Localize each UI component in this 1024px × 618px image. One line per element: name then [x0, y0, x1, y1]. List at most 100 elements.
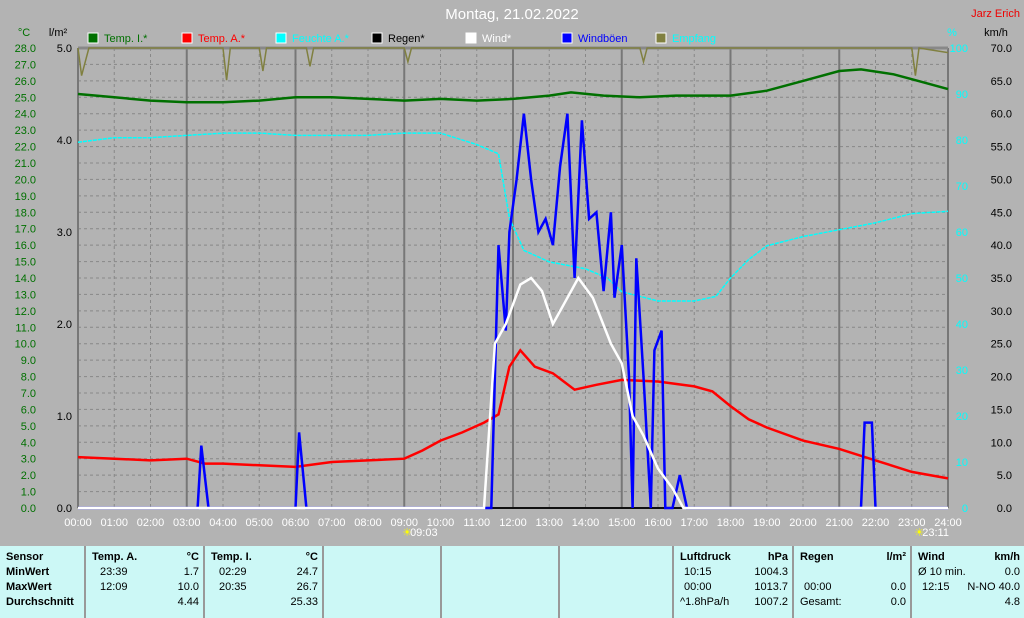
humidity-tick-label: 0 — [962, 503, 968, 515]
empty-col-1 — [324, 546, 442, 618]
temp-tick-label: 3.0 — [21, 454, 36, 466]
rain-tick-label: 2.0 — [57, 319, 72, 331]
temp-tick-label: 7.0 — [21, 388, 36, 400]
humidity-tick-label: 60 — [956, 227, 968, 239]
temp-i-max: 26.7 — [296, 581, 318, 593]
temp-tick-label: 27.0 — [15, 59, 36, 71]
temp-tick-label: 15.0 — [15, 257, 36, 269]
label-avg: Durchschnitt — [6, 596, 74, 608]
legend-label: Temp. I.* — [104, 33, 148, 45]
humidity-tick-label: 90 — [956, 89, 968, 101]
temp-i-avg: 25.33 — [290, 596, 318, 608]
pressure-max: 1013.7 — [754, 581, 788, 593]
rain-tick-label: 1.0 — [57, 411, 72, 423]
legend-swatch — [181, 32, 193, 44]
label-min: MinWert — [6, 566, 50, 578]
legend-swatch — [561, 32, 573, 44]
pressure-col: Luftdruck hPa 10:15 1004.3 00:00 1013.7 ^1.… — [674, 546, 794, 618]
x-tick-label: 15:00 — [608, 517, 636, 529]
wind-tick-label: 50.0 — [991, 174, 1012, 186]
temp-i-unit: °C — [305, 551, 318, 563]
legend-swatch — [655, 32, 667, 44]
temp-tick-label: 9.0 — [21, 355, 36, 367]
x-tick-label: 19:00 — [753, 517, 781, 529]
temp-tick-label: 10.0 — [15, 339, 36, 351]
temp-a-col: Temp. A. °C 23:39 1.7 12:09 10.0 4.44 — [86, 546, 205, 618]
x-tick-label: 04:00 — [209, 517, 237, 529]
x-tick-label: 07:00 — [318, 517, 346, 529]
wind-unit: km/h — [994, 551, 1020, 563]
temp-axis-unit: °C — [18, 27, 30, 39]
legend-label: Empfang — [672, 33, 716, 45]
legend-label: Windböen — [578, 33, 628, 45]
temp-tick-label: 4.0 — [21, 437, 36, 449]
wind-tick-label: 15.0 — [991, 404, 1012, 416]
rain-unit: l/m² — [886, 551, 906, 563]
temp-i-header: Temp. I. — [211, 551, 252, 563]
x-tick-label: 06:00 — [282, 517, 310, 529]
temp-tick-label: 21.0 — [15, 158, 36, 170]
legend-label: Temp. A.* — [198, 33, 246, 45]
legend-label: Wind* — [482, 33, 512, 45]
labels-col: Sensor MinWert MaxWert Durchschnitt — [0, 546, 86, 618]
wind-tick-label: 55.0 — [991, 142, 1012, 154]
temp-i-col: Temp. I. °C 02:29 24.7 20:35 26.7 25.33 — [205, 546, 324, 618]
humidity-tick-label: 70 — [956, 181, 968, 193]
label-max: MaxWert — [6, 581, 52, 593]
wind-tick-label: 0.0 — [997, 503, 1012, 515]
stats-table: Sensor MinWert MaxWert Durchschnitt Temp… — [0, 546, 1024, 618]
wind-max-time: 12:15 — [922, 581, 950, 593]
temp-tick-label: 0.0 — [21, 503, 36, 515]
rain-tick-label: 3.0 — [57, 227, 72, 239]
rain-tick-label: 4.0 — [57, 135, 72, 147]
legend-swatch — [371, 32, 383, 44]
marker-time-label: 23:11 — [922, 527, 949, 539]
legend-label: Regen* — [388, 33, 425, 45]
temp-tick-label: 28.0 — [15, 43, 36, 55]
temp-tick-label: 5.0 — [21, 421, 36, 433]
temp-tick-label: 13.0 — [15, 289, 36, 301]
wind-tick-label: 45.0 — [991, 207, 1012, 219]
temp-tick-label: 20.0 — [15, 174, 36, 186]
wind-tick-label: 70.0 — [991, 43, 1012, 55]
rain-axis-unit: l/m² — [49, 27, 68, 39]
wind-tick-label: 25.0 — [991, 339, 1012, 351]
legend-swatch — [87, 32, 99, 44]
temp-a-min: 1.7 — [183, 566, 199, 578]
temp-tick-label: 24.0 — [15, 109, 36, 121]
temp-i-min: 24.7 — [296, 566, 318, 578]
temp-tick-label: 22.0 — [15, 142, 36, 154]
temp-tick-label: 19.0 — [15, 191, 36, 203]
rain-total-label: Gesamt: — [800, 596, 842, 608]
x-tick-label: 05:00 — [245, 517, 273, 529]
temp-tick-label: 23.0 — [15, 125, 36, 137]
humidity-tick-label: 100 — [950, 43, 968, 55]
humidity-tick-label: 20 — [956, 411, 968, 423]
x-tick-label: 16:00 — [644, 517, 672, 529]
pressure-trend: ^1.8hPa/h — [680, 596, 730, 608]
humidity-axis-unit: % — [947, 27, 957, 39]
wind-tick-label: 35.0 — [991, 273, 1012, 285]
legend-swatch — [275, 32, 287, 44]
wind-tick-label: 30.0 — [991, 306, 1012, 318]
temp-a-header: Temp. A. — [92, 551, 138, 563]
x-tick-label: 20:00 — [789, 517, 817, 529]
temp-tick-label: 14.0 — [15, 273, 36, 285]
wind-max: N-NO 40.0 — [967, 581, 1020, 593]
x-tick-label: 22:00 — [862, 517, 890, 529]
humidity-tick-label: 10 — [956, 457, 968, 469]
x-tick-label: 08:00 — [354, 517, 382, 529]
temp-a-max: 10.0 — [177, 581, 199, 593]
x-tick-label: 12:00 — [499, 517, 527, 529]
empty-col-2 — [442, 546, 560, 618]
temp-tick-label: 1.0 — [21, 487, 36, 499]
temp-tick-label: 2.0 — [21, 470, 36, 482]
rain-max-time: 00:00 — [804, 581, 832, 593]
x-tick-label: 21:00 — [825, 517, 853, 529]
temp-a-avg: 4.44 — [177, 596, 199, 608]
temp-i-min-time: 02:29 — [219, 566, 247, 578]
legend-label: Feuchte A.* — [292, 33, 350, 45]
pressure-unit: hPa — [767, 551, 788, 563]
wind-avg-10min: 0.0 — [1004, 566, 1020, 578]
rain-header: Regen — [800, 551, 834, 563]
